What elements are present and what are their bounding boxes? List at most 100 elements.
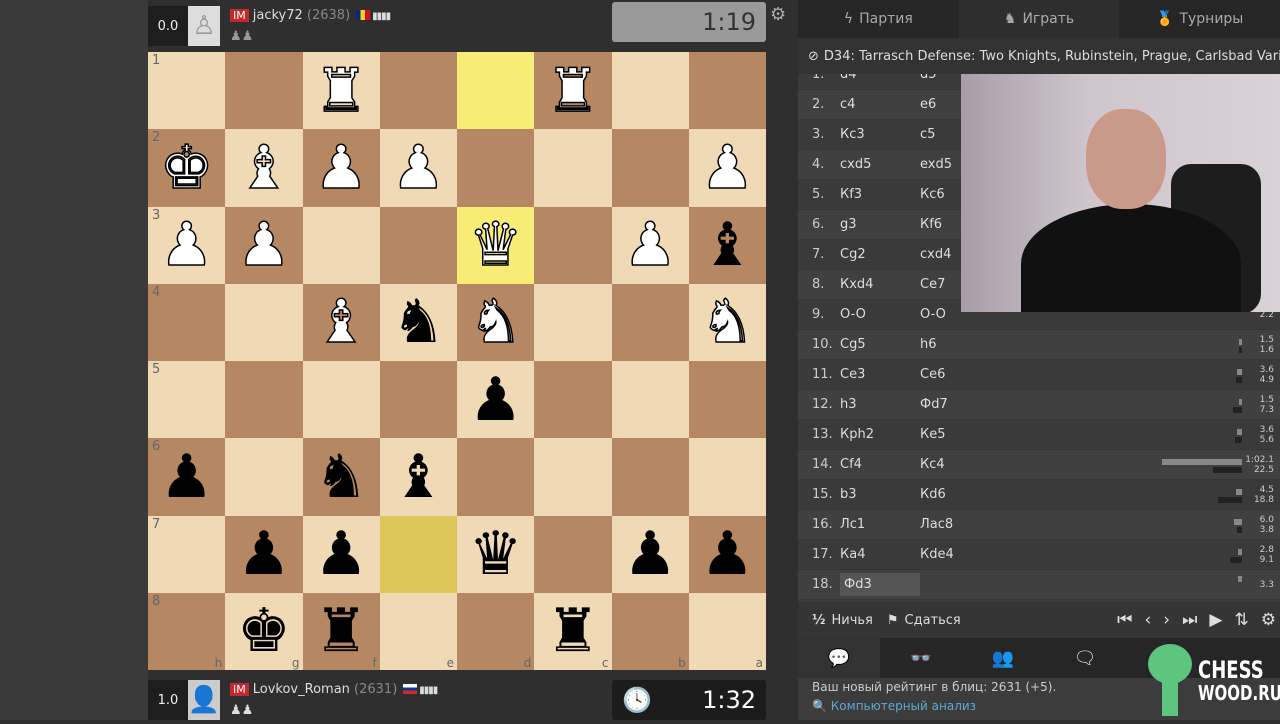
black-knight[interactable]: ♞ <box>391 292 445 352</box>
black-move[interactable]: Лас8 <box>920 517 1000 532</box>
chat-icon[interactable]: 💬 <box>798 638 880 678</box>
square-c4[interactable] <box>534 283 612 361</box>
white-move[interactable]: b3 <box>840 487 920 502</box>
square-a8[interactable]: a <box>688 592 766 670</box>
last-move-icon[interactable]: ⏭ <box>1182 610 1197 630</box>
square-d3[interactable]: ♛ <box>457 206 535 284</box>
square-e8[interactable]: e <box>379 592 457 670</box>
square-f6[interactable]: ♞ <box>302 438 380 516</box>
bottom-player-name[interactable]: Lovkov_Roman <box>253 682 350 697</box>
prev-move-icon[interactable]: ‹ <box>1144 610 1151 630</box>
square-d1[interactable] <box>457 52 535 130</box>
square-b4[interactable] <box>611 283 689 361</box>
square-d2[interactable] <box>457 129 535 207</box>
square-g3[interactable]: ♟ <box>225 206 303 284</box>
black-queen[interactable]: ♛ <box>469 524 523 584</box>
square-a7[interactable]: ♟ <box>688 515 766 593</box>
square-e6[interactable]: ♝ <box>379 438 457 516</box>
square-a2[interactable]: ♟ <box>688 129 766 207</box>
square-g8[interactable]: g ♚ <box>225 592 303 670</box>
square-b6[interactable] <box>611 438 689 516</box>
white-bishop[interactable]: ♝ <box>236 137 291 199</box>
square-h2[interactable]: 2 ♚ <box>148 129 226 207</box>
square-g5[interactable] <box>225 361 303 439</box>
square-d5[interactable]: ♟ <box>457 361 535 439</box>
white-move[interactable]: Крh2 <box>840 427 920 442</box>
square-b3[interactable]: ♟ <box>611 206 689 284</box>
square-g4[interactable] <box>225 283 303 361</box>
black-king[interactable]: ♚ <box>237 601 291 661</box>
black-move[interactable]: Кd6 <box>920 487 1000 502</box>
square-c8[interactable]: c ♜ <box>534 592 612 670</box>
white-pawn[interactable]: ♟ <box>391 137 446 199</box>
square-e5[interactable] <box>379 361 457 439</box>
square-h1[interactable]: 1 <box>148 52 226 130</box>
square-a3[interactable]: ♝ <box>688 206 766 284</box>
black-move[interactable]: Кс4 <box>920 457 1000 472</box>
square-h5[interactable]: 5 <box>148 361 226 439</box>
white-move[interactable]: Лс1 <box>840 517 920 532</box>
square-f4[interactable]: ♝ <box>302 283 380 361</box>
white-move[interactable]: Фd3 <box>840 573 920 596</box>
square-e4[interactable]: ♞ <box>379 283 457 361</box>
black-move[interactable]: Ке5 <box>920 427 1000 442</box>
square-c6[interactable] <box>534 438 612 516</box>
square-b1[interactable] <box>611 52 689 130</box>
first-move-icon[interactable]: ⏮ <box>1117 610 1132 630</box>
resign-button[interactable]: ⚑ Сдаться <box>887 613 961 628</box>
black-rook[interactable]: ♜ <box>314 601 368 661</box>
square-h3[interactable]: 3 ♟ <box>148 206 226 284</box>
autoplay-icon[interactable]: ▶ <box>1209 610 1222 630</box>
square-d8[interactable]: d <box>457 592 535 670</box>
square-e7[interactable] <box>379 515 457 593</box>
square-b7[interactable]: ♟ <box>611 515 689 593</box>
square-a4[interactable]: ♞ <box>688 283 766 361</box>
draw-button[interactable]: ½ Ничья <box>812 613 873 628</box>
square-c7[interactable] <box>534 515 612 593</box>
square-h7[interactable]: 7 <box>148 515 226 593</box>
white-move[interactable]: h3 <box>840 397 920 412</box>
white-move[interactable]: Сg5 <box>840 337 920 352</box>
black-move[interactable]: h6 <box>920 337 1000 352</box>
next-move-icon[interactable]: › <box>1163 610 1170 630</box>
white-knight[interactable]: ♞ <box>700 292 755 354</box>
users-icon[interactable]: 👥 <box>962 638 1044 678</box>
square-c3[interactable] <box>534 206 612 284</box>
settings-gear-icon[interactable]: ⚙ <box>1261 610 1276 630</box>
square-f3[interactable] <box>302 206 380 284</box>
tab-play[interactable]: ♞ Играть <box>958 0 1120 38</box>
square-a1[interactable] <box>688 52 766 130</box>
black-pawn[interactable]: ♟ <box>314 524 368 584</box>
square-g6[interactable] <box>225 438 303 516</box>
black-move[interactable]: Фd7 <box>920 397 1000 412</box>
square-f5[interactable] <box>302 361 380 439</box>
square-h8[interactable]: 8h <box>148 592 226 670</box>
square-c1[interactable]: ♜ <box>534 52 612 130</box>
conversations-icon[interactable]: 🗨 <box>1044 638 1126 678</box>
white-rook[interactable]: ♜ <box>313 60 368 122</box>
square-h6[interactable]: 6 ♟ <box>148 438 226 516</box>
white-pawn[interactable]: ♟ <box>159 214 214 276</box>
black-move[interactable]: Кdе4 <box>920 547 1000 562</box>
square-d7[interactable]: ♛ <box>457 515 535 593</box>
black-knight[interactable]: ♞ <box>314 447 368 507</box>
black-bishop[interactable]: ♝ <box>391 447 445 507</box>
square-f7[interactable]: ♟ <box>302 515 380 593</box>
black-pawn[interactable]: ♟ <box>623 524 677 584</box>
square-a5[interactable] <box>688 361 766 439</box>
square-e1[interactable] <box>379 52 457 130</box>
computer-analysis-link[interactable]: 🔍 Компьютерный анализ <box>812 699 976 713</box>
square-e3[interactable] <box>379 206 457 284</box>
white-knight[interactable]: ♞ <box>468 292 523 354</box>
black-pawn[interactable]: ♟ <box>160 447 214 507</box>
square-c2[interactable] <box>534 129 612 207</box>
tab-tournaments[interactable]: 🏅 Турниры <box>1119 0 1280 38</box>
white-move[interactable]: cxd5 <box>840 157 920 172</box>
white-move[interactable]: c4 <box>840 97 920 112</box>
white-pawn[interactable]: ♟ <box>313 137 368 199</box>
square-d4[interactable]: ♞ <box>457 283 535 361</box>
tab-game[interactable]: ϟ Партия <box>798 0 959 38</box>
white-move[interactable]: Ка4 <box>840 547 920 562</box>
white-move[interactable]: g3 <box>840 217 920 232</box>
white-move[interactable]: d4 <box>840 74 920 82</box>
